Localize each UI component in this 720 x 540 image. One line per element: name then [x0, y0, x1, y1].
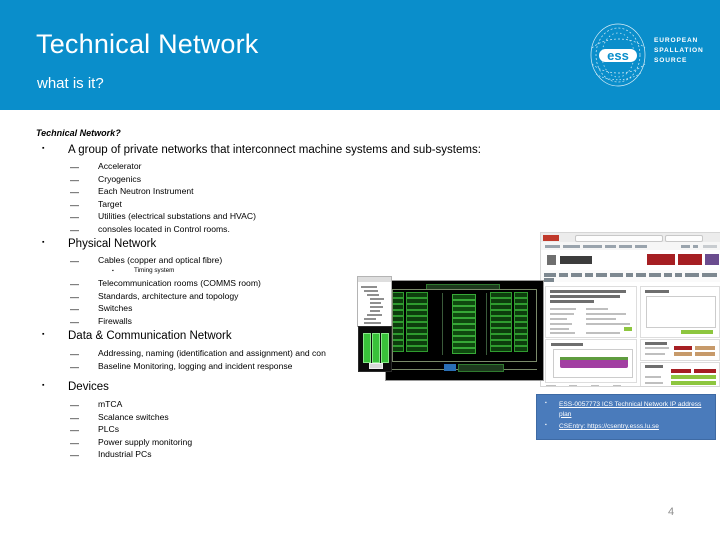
browser-search-bar [665, 235, 703, 242]
status-badge [678, 254, 702, 265]
page-subtitle: what is it? [37, 75, 104, 92]
ess-logo: ess EUROPEAN SPALLATION SOURCE [586, 22, 706, 88]
bullet-text: consoles located in Control rooms. [98, 223, 230, 234]
browser-tab [543, 234, 559, 241]
bullet-marker-dash: — [70, 400, 79, 410]
equipment-rack-photo [358, 326, 392, 372]
bullet-text: Physical Network [68, 238, 157, 250]
logo-line-2: SPALLATION [654, 47, 704, 55]
panel-titlebar [358, 277, 391, 282]
bullet-text: Industrial PCs [98, 449, 152, 459]
services-status-card [640, 362, 720, 386]
bullet-marker-dash: — [70, 304, 79, 314]
bullet-marker-square: ▪ [545, 422, 547, 428]
network-topology-diagram-screenshot [385, 280, 544, 381]
bullet-marker-square: ▪ [42, 239, 45, 246]
status-badge [647, 254, 675, 265]
app-logo-icon [547, 255, 556, 265]
bullet-marker-dash: — [70, 437, 79, 448]
bullet-marker-square: ▪ [545, 400, 547, 406]
monitoring-dashboard-screenshot [540, 232, 720, 387]
bullet-marker-square: ▪ [42, 331, 45, 338]
bullet-marker-dash: — [70, 199, 79, 210]
screenshot-collage [357, 232, 720, 387]
bullet-text: A group of private networks that interco… [68, 144, 481, 156]
bullet-marker-dash: — [70, 187, 79, 197]
slide-header-band: Technical Network what is it? ess EUROPE… [0, 0, 720, 110]
bullet-l1-devices: ▪ Devices [42, 381, 109, 400]
bullet-text: Accelerator [98, 161, 142, 171]
app-header [541, 250, 720, 271]
page-title: Technical Network [36, 29, 259, 59]
bullet-text: mTCA [98, 399, 123, 409]
bullet-text: Data & Communication Network [68, 330, 232, 342]
bullet-text: Cryogenics [98, 173, 141, 184]
host-details-card [545, 286, 637, 338]
bullet-text: Target [98, 198, 122, 209]
logo-line-1: EUROPEAN [654, 37, 699, 44]
bullet-marker-dash: — [70, 450, 79, 460]
link-text[interactable]: ESS-0057773 ICS Technical Network IP add… [559, 400, 707, 419]
page-number: 4 [668, 506, 675, 518]
bullet-marker-dash: — [70, 212, 79, 222]
bullet-marker-dash: — [70, 412, 79, 423]
problems-plot [646, 296, 716, 328]
bullet-marker-dash: — [70, 279, 79, 289]
bullet-l2-industrial-pcs: — Industrial PCs [70, 450, 152, 468]
file-tree-panel-screenshot [357, 276, 392, 327]
bullet-marker-square: ▪ [42, 382, 45, 389]
bullet-marker-square: ▪ [42, 145, 45, 152]
bullet-text: Each Neutron Instrument [98, 186, 194, 196]
bullet-l2-baseline-monitoring: — Baseline Monitoring, logging and incide… [70, 362, 292, 380]
network-traffic-chart-card [545, 339, 637, 383]
bullet-marker-dash: — [70, 224, 79, 235]
bullet-text: Timing system [134, 266, 175, 274]
bullet-marker-dash: — [70, 256, 79, 266]
bullet-text: Scalance switches [98, 411, 169, 422]
bullet-text: Cables (copper and optical fibre) [98, 255, 223, 265]
metrics-card [640, 339, 720, 361]
bullet-marker-small-square: ▪ [112, 267, 114, 274]
logo-line-3: SOURCE [654, 57, 688, 65]
bullet-text: Standards, architecture and topology [98, 290, 239, 301]
reference-links-box: ▪ ESS-0057773 ICS Technical Network IP a… [536, 394, 716, 440]
bullet-marker-dash: — [70, 316, 79, 327]
bullet-text: Utilities (electrical substations and HV… [98, 211, 256, 221]
link-item-csentry[interactable]: ▪ CSEntry: https://csentry.esss.lu.se [545, 422, 707, 432]
bullet-marker-dash: — [70, 425, 79, 435]
dashboard-body [541, 282, 720, 386]
section-heading: Technical Network? [36, 128, 121, 138]
ess-logo-wordmark: EUROPEAN SPALLATION SOURCE [654, 36, 704, 66]
bullet-text: PLCs [98, 424, 120, 434]
bullet-marker-dash: — [70, 291, 79, 302]
bullet-marker-dash: — [70, 362, 79, 372]
link-item-ip-address-plan[interactable]: ▪ ESS-0057773 ICS Technical Network IP a… [545, 400, 707, 419]
bullet-l1-data-comm-network: ▪ Data & Communication Network [42, 330, 232, 349]
ess-logo-mark-icon: ess [590, 23, 646, 87]
bullet-text: Power supply monitoring [98, 436, 193, 447]
status-badge [705, 254, 719, 265]
bullet-text: Addressing, naming (identification and a… [98, 348, 326, 358]
browser-url-bar [575, 235, 663, 242]
link-text[interactable]: CSEntry: https://csentry.esss.lu.se [559, 422, 707, 432]
bullet-text: Devices [68, 381, 109, 393]
bullet-text: Switches [98, 303, 133, 313]
problems-card [640, 286, 720, 338]
bullet-marker-dash: — [70, 162, 79, 172]
bullet-marker-dash: — [70, 349, 79, 359]
bullet-marker-dash: — [70, 174, 79, 185]
bullet-text: Telecommunication rooms (COMMS room) [98, 278, 261, 288]
traffic-plot [553, 349, 633, 378]
bullet-text: Firewalls [98, 315, 132, 326]
svg-text:ess: ess [607, 48, 629, 63]
app-brand [560, 256, 592, 264]
bullet-text: Baseline Monitoring, logging and inciden… [98, 361, 293, 371]
